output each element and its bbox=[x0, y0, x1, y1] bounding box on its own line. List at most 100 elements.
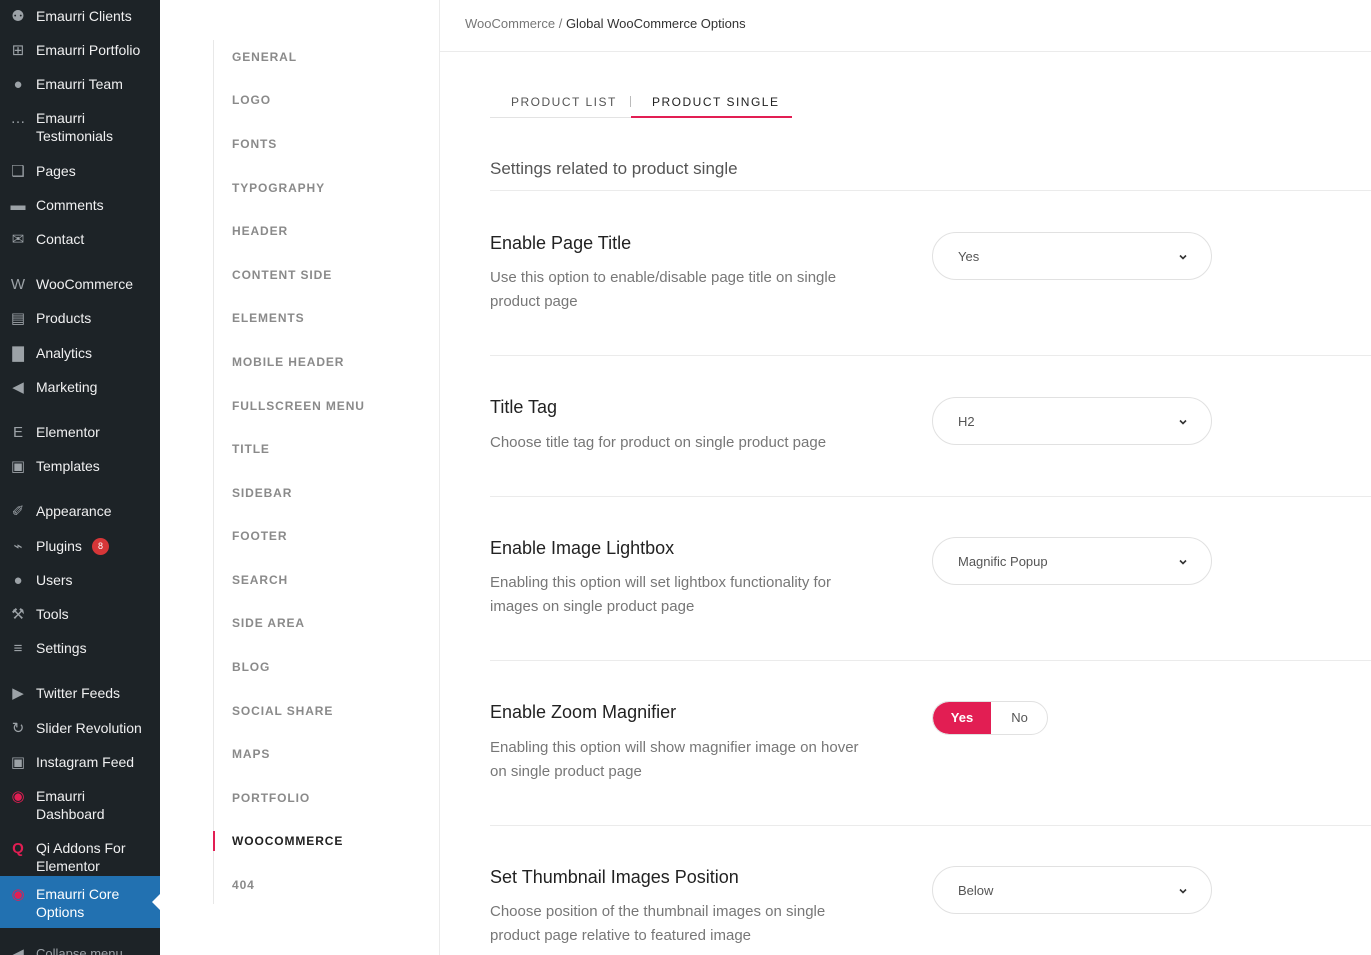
sidebar-item-elementor[interactable]: E Elementor bbox=[0, 422, 160, 458]
option-description: Enabling this option will set lightbox f… bbox=[490, 574, 832, 615]
title-tag-select[interactable]: H2 bbox=[932, 397, 1212, 445]
sidebar-item-label: Settings bbox=[36, 640, 87, 656]
option-divider bbox=[490, 660, 1371, 661]
sidebar-item-templates[interactable]: ▣ Templates bbox=[0, 456, 160, 492]
option-description: Use this option to enable/disable page t… bbox=[490, 269, 837, 310]
options-nav-social-share[interactable]: SOCIAL SHARE bbox=[232, 704, 333, 718]
tab-bar: PRODUCT LIST PRODUCT SINGLE bbox=[490, 87, 792, 118]
option-divider bbox=[490, 496, 1371, 497]
sidebar-item-contact[interactable]: ✉ Contact bbox=[0, 229, 160, 265]
options-nav-404[interactable]: 404 bbox=[232, 878, 255, 892]
comment-icon: ▬ bbox=[10, 197, 26, 214]
options-nav-general[interactable]: GENERAL bbox=[232, 50, 297, 64]
options-nav-elements[interactable]: ELEMENTS bbox=[232, 311, 305, 325]
options-nav-fullscreen-menu[interactable]: FULLSCREEN MENU bbox=[232, 399, 365, 413]
options-nav-side-area[interactable]: SIDE AREA bbox=[232, 616, 305, 630]
sidebar-item-woocommerce[interactable]: W WooCommerce bbox=[0, 274, 160, 310]
paintbrush-icon: ✐ bbox=[11, 503, 25, 520]
options-nav-title[interactable]: TITLE bbox=[232, 442, 270, 456]
sidebar-item-emaurri-clients[interactable]: ⚉ Emaurri Clients bbox=[0, 6, 160, 42]
sidebar-item-users[interactable]: ● Users bbox=[0, 570, 160, 606]
user-icon: ● bbox=[13, 572, 23, 589]
sidebar-item-emaurri-core-options[interactable]: ◉ Emaurri Core Options bbox=[0, 876, 160, 928]
option-title: Enable Image Lightbox bbox=[490, 538, 675, 558]
sidebar-item-label: WooCommerce bbox=[36, 276, 133, 292]
option-title: Title Tag bbox=[490, 397, 558, 417]
sidebar-item-label: Emaurri Clients bbox=[36, 8, 132, 24]
sidebar-item-collapse-menu[interactable]: ◀ Collapse menu bbox=[0, 944, 160, 955]
bar-chart-icon: ▇ bbox=[12, 345, 24, 362]
options-nav-search[interactable]: SEARCH bbox=[232, 573, 288, 587]
option-divider bbox=[490, 355, 1371, 356]
sidebar-item-pages[interactable]: ❑ Pages bbox=[0, 161, 160, 197]
enable-page-title-select[interactable]: Yes bbox=[932, 232, 1212, 280]
tab-product-single[interactable]: PRODUCT SINGLE bbox=[652, 95, 779, 109]
sidebar-item-label: Tools bbox=[36, 606, 69, 622]
sliders-icon: ≡ bbox=[13, 640, 23, 657]
sidebar-item-label: Appearance bbox=[36, 503, 112, 519]
toggle-no-button[interactable]: No bbox=[991, 702, 1047, 734]
select-value: Magnific Popup bbox=[958, 554, 1048, 569]
options-nav-woocommerce[interactable]: WOOCOMMERCE bbox=[232, 834, 343, 848]
user-icon: ● bbox=[13, 76, 23, 93]
sidebar-item-qi-addons-for-elementor[interactable]: Q Qi Addons For Elementor bbox=[0, 838, 160, 874]
sidebar-item-tools[interactable]: ⚒ Tools bbox=[0, 604, 160, 640]
sidebar-item-emaurri-portfolio[interactable]: ⊞ Emaurri Portfolio bbox=[0, 40, 160, 76]
image-lightbox-select[interactable]: Magnific Popup bbox=[932, 537, 1212, 585]
sidebar-item-label: Templates bbox=[36, 458, 100, 474]
sidebar-item-products[interactable]: ▤ Products bbox=[0, 308, 160, 344]
active-menu-arrow bbox=[152, 894, 160, 910]
refresh-icon: ↻ bbox=[11, 720, 25, 737]
sidebar-item-comments[interactable]: ▬ Comments bbox=[0, 195, 160, 231]
options-nav-sidebar[interactable]: SIDEBAR bbox=[232, 486, 292, 500]
options-nav-fonts[interactable]: FONTS bbox=[232, 137, 277, 151]
sidebar-item-emaurri-team[interactable]: ● Emaurri Team bbox=[0, 74, 160, 110]
option-description: Enabling this option will show magnifier… bbox=[490, 739, 859, 780]
sidebar-item-label: Comments bbox=[36, 197, 104, 213]
megaphone-icon: ◀ bbox=[12, 379, 24, 396]
ring-icon: ◉ bbox=[11, 788, 25, 805]
sidebar-item-label: Pages bbox=[36, 163, 76, 179]
sidebar-item-label: Emaurri Team bbox=[36, 76, 123, 92]
options-nav-mobile-header[interactable]: MOBILE HEADER bbox=[232, 355, 344, 369]
sidebar-item-twitter-feeds[interactable]: ▶ Twitter Feeds bbox=[0, 683, 160, 719]
sidebar-item-slider-revolution[interactable]: ↻ Slider Revolution bbox=[0, 718, 160, 754]
chevron-down-icon bbox=[1179, 559, 1187, 565]
sidebar-item-analytics[interactable]: ▇ Analytics bbox=[0, 343, 160, 379]
options-nav-maps[interactable]: MAPS bbox=[232, 747, 270, 761]
sidebar-item-appearance[interactable]: ✐ Appearance bbox=[0, 501, 160, 537]
sidebar-item-label: Marketing bbox=[36, 379, 98, 395]
folder-icon: ▣ bbox=[10, 458, 26, 475]
active-tab-indicator bbox=[631, 116, 792, 118]
options-nav-blog[interactable]: BLOG bbox=[232, 660, 270, 674]
ring-icon: ◉ bbox=[11, 886, 25, 903]
breadcrumb-separator: / bbox=[558, 16, 563, 31]
options-nav-portfolio[interactable]: PORTFOLIO bbox=[232, 791, 310, 805]
archive-icon: ▤ bbox=[10, 310, 26, 327]
sidebar-item-label: Collapse menu bbox=[36, 946, 123, 955]
options-nav-header[interactable]: HEADER bbox=[232, 224, 288, 238]
sidebar-item-plugins[interactable]: ⌁ Plugins 8 bbox=[0, 536, 160, 572]
option-description: Choose position of the thumbnail images … bbox=[490, 903, 826, 944]
tab-product-list[interactable]: PRODUCT LIST bbox=[511, 95, 617, 109]
thumbnail-position-select[interactable]: Below bbox=[932, 866, 1212, 914]
select-value: H2 bbox=[958, 414, 975, 429]
options-nav-logo[interactable]: LOGO bbox=[232, 93, 271, 107]
elementor-icon: E bbox=[12, 424, 23, 441]
sidebar-item-emaurri-dashboard[interactable]: ◉ Emaurri Dashboard bbox=[0, 786, 160, 822]
sidebar-item-emaurri-testimonials[interactable]: … Emaurri Testimonials bbox=[0, 108, 160, 144]
active-nav-marker bbox=[213, 831, 215, 851]
breadcrumb-parent[interactable]: WooCommerce bbox=[465, 16, 555, 31]
admin-sidebar: ⚉ Emaurri Clients ⊞ Emaurri Portfolio ● Emaur… bbox=[0, 0, 160, 955]
grid-icon: ⊞ bbox=[11, 42, 25, 59]
sidebar-item-settings[interactable]: ≡ Settings bbox=[0, 638, 160, 674]
options-nav-typography[interactable]: TYPOGRAPHY bbox=[232, 181, 325, 195]
toggle-yes-button[interactable]: Yes bbox=[933, 702, 991, 734]
twitter-icon: ▶ bbox=[12, 685, 24, 702]
options-nav-content-side[interactable]: CONTENT SIDE bbox=[232, 268, 332, 282]
sidebar-item-instagram-feed[interactable]: ▣ Instagram Feed bbox=[0, 752, 160, 788]
chevron-down-icon bbox=[1179, 419, 1187, 425]
options-nav-footer[interactable]: FOOTER bbox=[232, 529, 287, 543]
sidebar-item-marketing[interactable]: ◀ Marketing bbox=[0, 377, 160, 413]
woo-icon: W bbox=[10, 276, 26, 293]
